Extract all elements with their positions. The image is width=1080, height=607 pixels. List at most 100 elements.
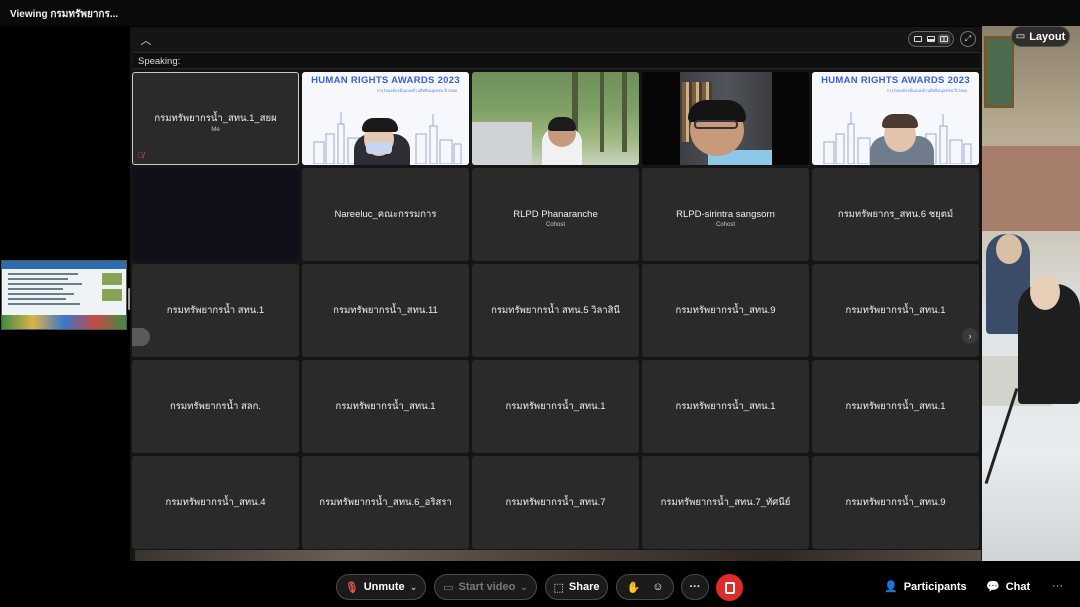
participant-tile[interactable]: กรมทรัพยากรน้ำ_สทน.1: [812, 264, 979, 357]
participant-tile[interactable]: กรมทรัพยากรน้ำ_สทน.1: [472, 360, 639, 453]
participant-name: กรมทรัพยากร_สทน.6 ชยุตม์: [837, 209, 954, 220]
layout-label: Layout: [1029, 30, 1066, 43]
layout-button[interactable]: ▭ Layout: [1011, 26, 1070, 47]
participant-name: กรมทรัพยากรน้ำ_สทน.1: [845, 401, 946, 412]
participant-tile[interactable]: กรมทรัพยากรน้ำ สลก.: [132, 360, 299, 453]
participant-tile[interactable]: กรมทรัพยากรน้ำ_สทน.7: [472, 456, 639, 549]
participants-icon: 👤: [884, 581, 898, 593]
share-icon: ⬚: [553, 581, 564, 594]
fullscreen-icon[interactable]: ⤢: [960, 31, 976, 47]
mic-muted-icon: 🎙̸: [138, 151, 144, 160]
participant-name: กรมทรัพยากรน้ำ สทน.5 วิลาสินี: [491, 305, 620, 316]
panel-header: ︿ ⤢: [130, 27, 982, 52]
participant-name: กรมทรัพยากรน้ำ_สทน.1: [675, 401, 776, 412]
view-mode-single-icon[interactable]: [912, 34, 924, 44]
participant-tile[interactable]: กรมทรัพยากรน้ำ_สทน.4: [132, 456, 299, 549]
view-mode-strip-icon[interactable]: [925, 34, 937, 44]
mic-muted-icon: 🎙: [344, 581, 359, 594]
speaking-bar: Speaking:: [133, 52, 980, 69]
shared-content-thumbnail[interactable]: [1, 260, 127, 330]
participant-name: กรมทรัพยากรน้ำ_สทน.1: [335, 401, 436, 412]
participant-tile[interactable]: กรมทรัพยากร_สทน.6 ชยุตม์: [812, 168, 979, 261]
participant-tile[interactable]: กรมทรัพยากรน้ำ_สทน.11: [302, 264, 469, 357]
participant-tile[interactable]: กรมทรัพยากรน้ำ สทน.1: [132, 264, 299, 357]
share-button[interactable]: ⬚ Share: [545, 574, 608, 600]
participants-label: Participants: [903, 580, 967, 593]
share-label: Share: [568, 581, 600, 593]
meeting-control-bar: 🎙 Unmute ⌄ ▭ Start video ⌄ ⬚ Share ✋ ☺ ·…: [0, 567, 1080, 607]
unmute-button[interactable]: 🎙 Unmute ⌄: [336, 574, 426, 600]
chevron-down-icon[interactable]: ⌄: [520, 582, 528, 593]
participant-tile[interactable]: กรมทรัพยากรน้ำ_สทน.1: [642, 360, 809, 453]
participant-role: Cohost: [545, 222, 565, 228]
participants-grid-panel: ︿ ⤢ Speaking: กรมทรัพยากรน้ำ_สทน.1_สยผ M…: [130, 27, 982, 561]
unmute-label: Unmute: [363, 581, 405, 593]
participant-name: กรมทรัพยากรน้ำ_สทน.1_สยผ: [154, 113, 277, 124]
participant-name: กรมทรัพยากรน้ำ_สทน.4: [165, 497, 266, 508]
participant-name: กรมทรัพยากรน้ำ_สทน.7_ทัศนีย์: [660, 497, 791, 508]
leave-button[interactable]: [716, 574, 743, 601]
hra-banner-title: HUMAN RIGHTS AWARDS 2023: [311, 75, 460, 86]
viewing-title: Viewing กรมทรัพยากร...: [10, 9, 119, 20]
participant-name: กรมทรัพยากรน้ำ_สทน.7: [505, 497, 606, 508]
participant-tile[interactable]: Nareeluc_คณะกรรมการ: [302, 168, 469, 261]
participant-name: กรมทรัพยากรน้ำ_สทน.9: [675, 305, 776, 316]
chat-label: Chat: [1005, 580, 1031, 593]
meeting-window: Viewing กรมทรัพยากร... ▭ Layout ︿ ⤢ Spea…: [0, 0, 1080, 607]
participant-name: RLPD Phanaranche: [513, 209, 598, 220]
raise-hand-icon[interactable]: ✋: [627, 581, 641, 594]
participants-button[interactable]: 👤 Participants: [884, 580, 967, 594]
participant-role: Cohost: [715, 222, 735, 228]
participant-name: กรมทรัพยากรน้ำ_สทน.9: [845, 497, 946, 508]
hra-banner-subtitle: รางวัลองค์กรต้นแบบด้านสิทธิมนุษยชน ปี 25…: [376, 88, 457, 93]
video-off-icon: ▭: [443, 581, 454, 594]
participant-name: กรมทรัพยากรน้ำ_สทน.11: [333, 305, 438, 316]
view-mode-grid-icon[interactable]: [938, 34, 951, 44]
hra-banner-title: HUMAN RIGHTS AWARDS 2023: [821, 75, 970, 86]
participant-name: RLPD-sirintra sangsorn: [676, 209, 775, 220]
start-video-button[interactable]: ▭ Start video ⌄: [434, 574, 537, 600]
participant-role: Me: [211, 127, 220, 133]
more-menu-icon[interactable]: ···: [1052, 580, 1063, 592]
emoji-icon[interactable]: ☺: [652, 581, 663, 593]
participant-name: [132, 168, 299, 261]
start-video-label: Start video: [458, 581, 516, 593]
participant-name: กรมทรัพยากรน้ำ_สทน.6_อริสรา: [319, 497, 452, 508]
participant-tile[interactable]: กรมทรัพยากรน้ำ_สทน.9: [642, 264, 809, 357]
chevron-down-icon[interactable]: ⌄: [410, 582, 418, 593]
participant-tile[interactable]: กรมทรัพยากรน้ำ_สทน.7_ทัศนีย์: [642, 456, 809, 549]
participant-name: Nareeluc_คณะกรรมการ: [334, 209, 437, 220]
stage-video: [982, 26, 1080, 561]
hra-banner-subtitle: รางวัลองค์กรต้นแบบด้านสิทธิมนุษยชน ปี 25…: [886, 88, 967, 93]
participant-tile[interactable]: [132, 168, 299, 261]
grid-prev-arrow-icon[interactable]: [132, 328, 150, 346]
participant-tile[interactable]: กรมทรัพยากรน้ำ_สทน.6_อริสรา: [302, 456, 469, 549]
participant-tile[interactable]: กรมทรัพยากรน้ำ_สทน.9: [812, 456, 979, 549]
leave-icon: [724, 581, 735, 594]
title-bar: Viewing กรมทรัพยากร...: [0, 0, 1080, 26]
participant-name: กรมทรัพยากรน้ำ สทน.1: [166, 305, 265, 316]
participant-tile[interactable]: กรมทรัพยากรน้ำ_สทน.1: [302, 360, 469, 453]
participant-tile[interactable]: RLPD-sirintra sangsorn Cohost: [642, 168, 809, 261]
participant-tile-video[interactable]: HUMAN RIGHTS AWARDS 2023 รางวัลองค์กรต้น…: [302, 72, 469, 165]
participant-tile-video[interactable]: HUMAN RIGHTS AWARDS 2023 รางวัลองค์กรต้น…: [812, 72, 979, 165]
participant-tile-self[interactable]: กรมทรัพยากรน้ำ_สทน.1_สยผ Me 🎙̸: [132, 72, 299, 165]
more-icon: ···: [689, 581, 701, 593]
more-options-button[interactable]: ···: [681, 574, 709, 600]
reactions-group: ✋ ☺: [616, 574, 674, 600]
participant-tile[interactable]: กรมทรัพยากรน้ำ สทน.5 วิลาสินี: [472, 264, 639, 357]
speaking-label: Speaking:: [138, 56, 181, 67]
participant-tile[interactable]: กรมทรัพยากรน้ำ_สทน.1: [812, 360, 979, 453]
collapse-chevron-up-icon[interactable]: ︿: [138, 32, 154, 48]
participant-tile-video[interactable]: [472, 72, 639, 165]
participant-name: กรมทรัพยากรน้ำ สลก.: [170, 401, 261, 412]
participant-name: กรมทรัพยากรน้ำ_สทน.1: [845, 305, 946, 316]
participant-tile[interactable]: RLPD Phanaranche Cohost: [472, 168, 639, 261]
grid-next-arrow-icon[interactable]: ›: [962, 328, 978, 344]
view-mode-switch: [908, 31, 954, 47]
chat-button[interactable]: 💬 Chat: [986, 580, 1031, 594]
participant-name: กรมทรัพยากรน้ำ_สทน.1: [505, 401, 606, 412]
chat-icon: 💬: [986, 581, 1000, 593]
participant-tile-video[interactable]: [642, 72, 809, 165]
video-grid: กรมทรัพยากรน้ำ_สทน.1_สยผ Me 🎙̸ HUMAN RIG…: [132, 72, 982, 549]
